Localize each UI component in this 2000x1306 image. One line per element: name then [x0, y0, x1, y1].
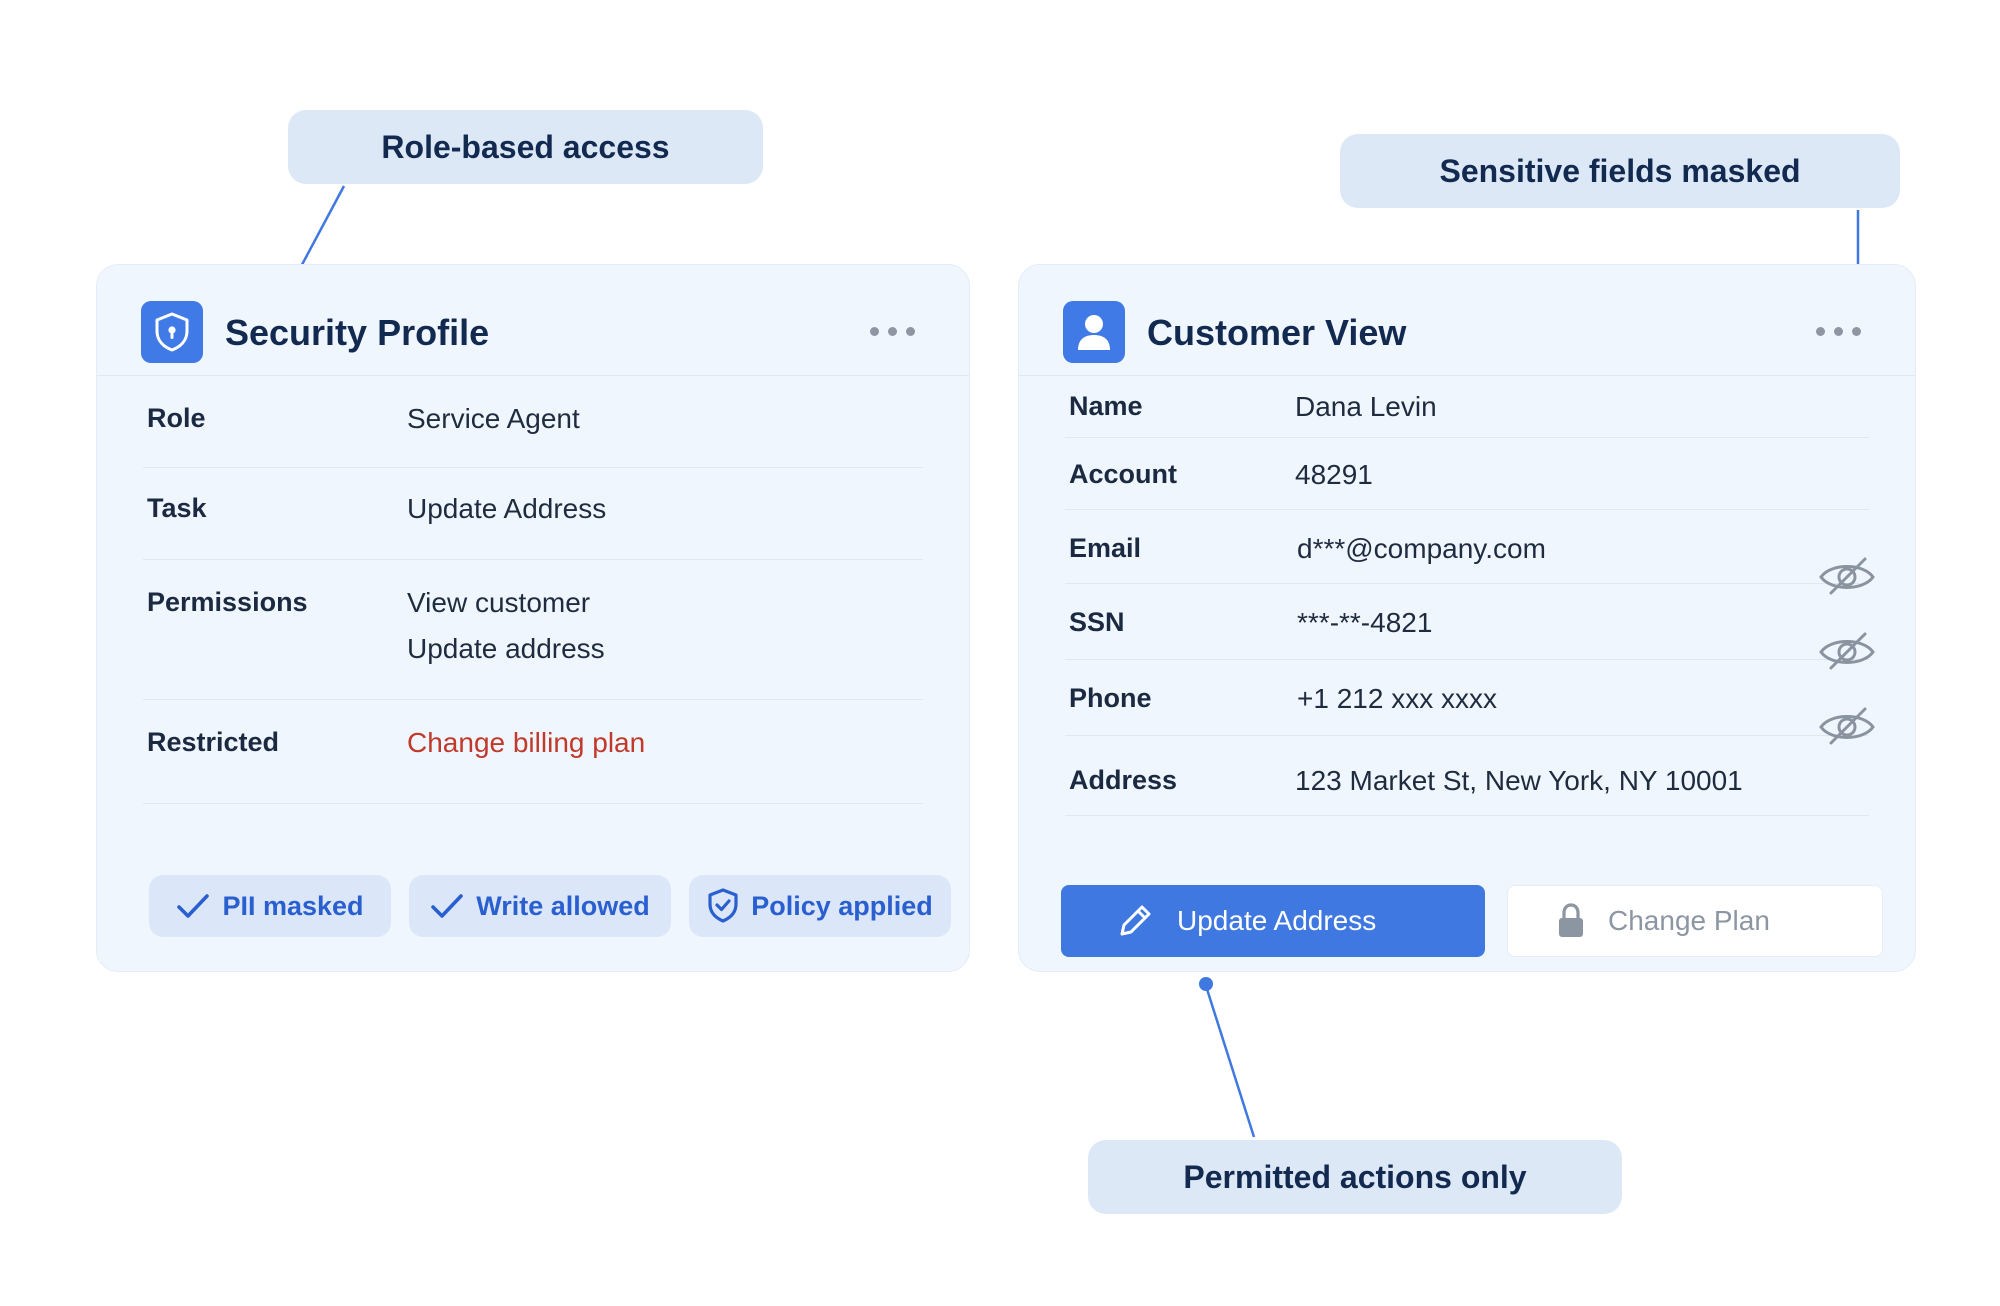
more-icon[interactable]	[1816, 327, 1861, 336]
field-value: Dana Levin	[1295, 391, 1437, 422]
profile-row-permissions: Permissions View customer Update address	[143, 559, 923, 700]
profile-row-restricted: Restricted Change billing plan	[143, 699, 923, 804]
check-icon	[177, 894, 210, 918]
customer-field-email: Email d***@company.com	[1065, 509, 1869, 584]
eye-off-icon[interactable]	[1817, 630, 1877, 674]
profile-row-role: Role Service Agent	[143, 377, 923, 468]
card-header: Security Profile	[97, 265, 969, 376]
callout-text: Role-based access	[381, 128, 670, 165]
field-value: +1 212 xxx xxxx	[1297, 683, 1497, 714]
callout-permitted-actions: Permitted actions only	[1088, 1140, 1622, 1214]
callout-text: Sensitive fields masked	[1439, 152, 1801, 189]
field-label: Email	[1069, 533, 1142, 563]
security-profile-card: Security Profile Role Service Agent Task…	[96, 264, 970, 972]
chip-label: Write allowed	[476, 890, 650, 921]
check-icon	[431, 894, 464, 918]
shield-check-icon	[708, 888, 738, 923]
customer-view-card: Customer View Name Dana Levin Account 48…	[1018, 264, 1916, 972]
callout-text: Permitted actions only	[1183, 1158, 1527, 1195]
profile-row-task: Task Update Address	[143, 467, 923, 560]
chip-label: Policy applied	[751, 890, 933, 921]
field-label: Account	[1069, 459, 1177, 489]
row-value: Service Agent	[407, 403, 580, 434]
shield-icon	[141, 301, 203, 363]
card-title: Security Profile	[225, 312, 490, 353]
customer-field-account: Account 48291	[1065, 437, 1869, 510]
callout-role-based-access: Role-based access	[288, 110, 763, 184]
customer-field-ssn: SSN ***-**-4821	[1065, 583, 1869, 660]
customer-field-address: Address 123 Market St, New York, NY 1000…	[1065, 735, 1869, 816]
pencil-icon	[1120, 905, 1151, 936]
chip-policy-applied: Policy applied	[689, 875, 951, 937]
field-label: SSN	[1069, 607, 1125, 637]
eye-off-icon[interactable]	[1817, 705, 1877, 749]
user-icon	[1063, 301, 1125, 363]
connector-dot-permitted	[1199, 977, 1213, 991]
field-label: Name	[1069, 391, 1143, 421]
field-value: 123 Market St, New York, NY 10001	[1295, 765, 1743, 796]
row-value: View customer	[407, 587, 591, 618]
customer-field-phone: Phone +1 212 xxx xxxx	[1065, 659, 1869, 736]
row-value-restricted: Change billing plan	[407, 727, 646, 758]
button-label: Change Plan	[1608, 905, 1770, 936]
row-label: Role	[147, 403, 206, 433]
field-value: d***@company.com	[1297, 533, 1546, 564]
card-title: Customer View	[1147, 312, 1407, 353]
row-label: Restricted	[147, 727, 280, 757]
connector-permitted	[1204, 985, 1256, 1138]
field-value: ***-**-4821	[1297, 607, 1433, 638]
more-icon[interactable]	[870, 327, 915, 336]
chip-label: PII masked	[222, 890, 364, 921]
row-label: Task	[147, 493, 207, 523]
lock-icon	[1559, 903, 1583, 937]
row-value: Update address	[407, 633, 605, 664]
callout-sensitive-fields: Sensitive fields masked	[1340, 134, 1900, 208]
update-address-button[interactable]: Update Address	[1061, 885, 1485, 957]
change-plan-button[interactable]: Change Plan	[1507, 885, 1883, 957]
row-label: Permissions	[147, 587, 308, 617]
button-label: Update Address	[1177, 905, 1377, 936]
field-value: 48291	[1295, 459, 1373, 490]
row-value: Update Address	[407, 493, 607, 524]
chip-write-allowed: Write allowed	[409, 875, 671, 937]
eye-off-icon[interactable]	[1817, 555, 1877, 599]
field-label: Phone	[1069, 683, 1152, 713]
field-label: Address	[1069, 765, 1178, 795]
customer-field-name: Name Dana Levin	[1065, 377, 1869, 438]
card-header: Customer View	[1019, 265, 1915, 376]
chip-pii-masked: PII masked	[149, 875, 391, 937]
